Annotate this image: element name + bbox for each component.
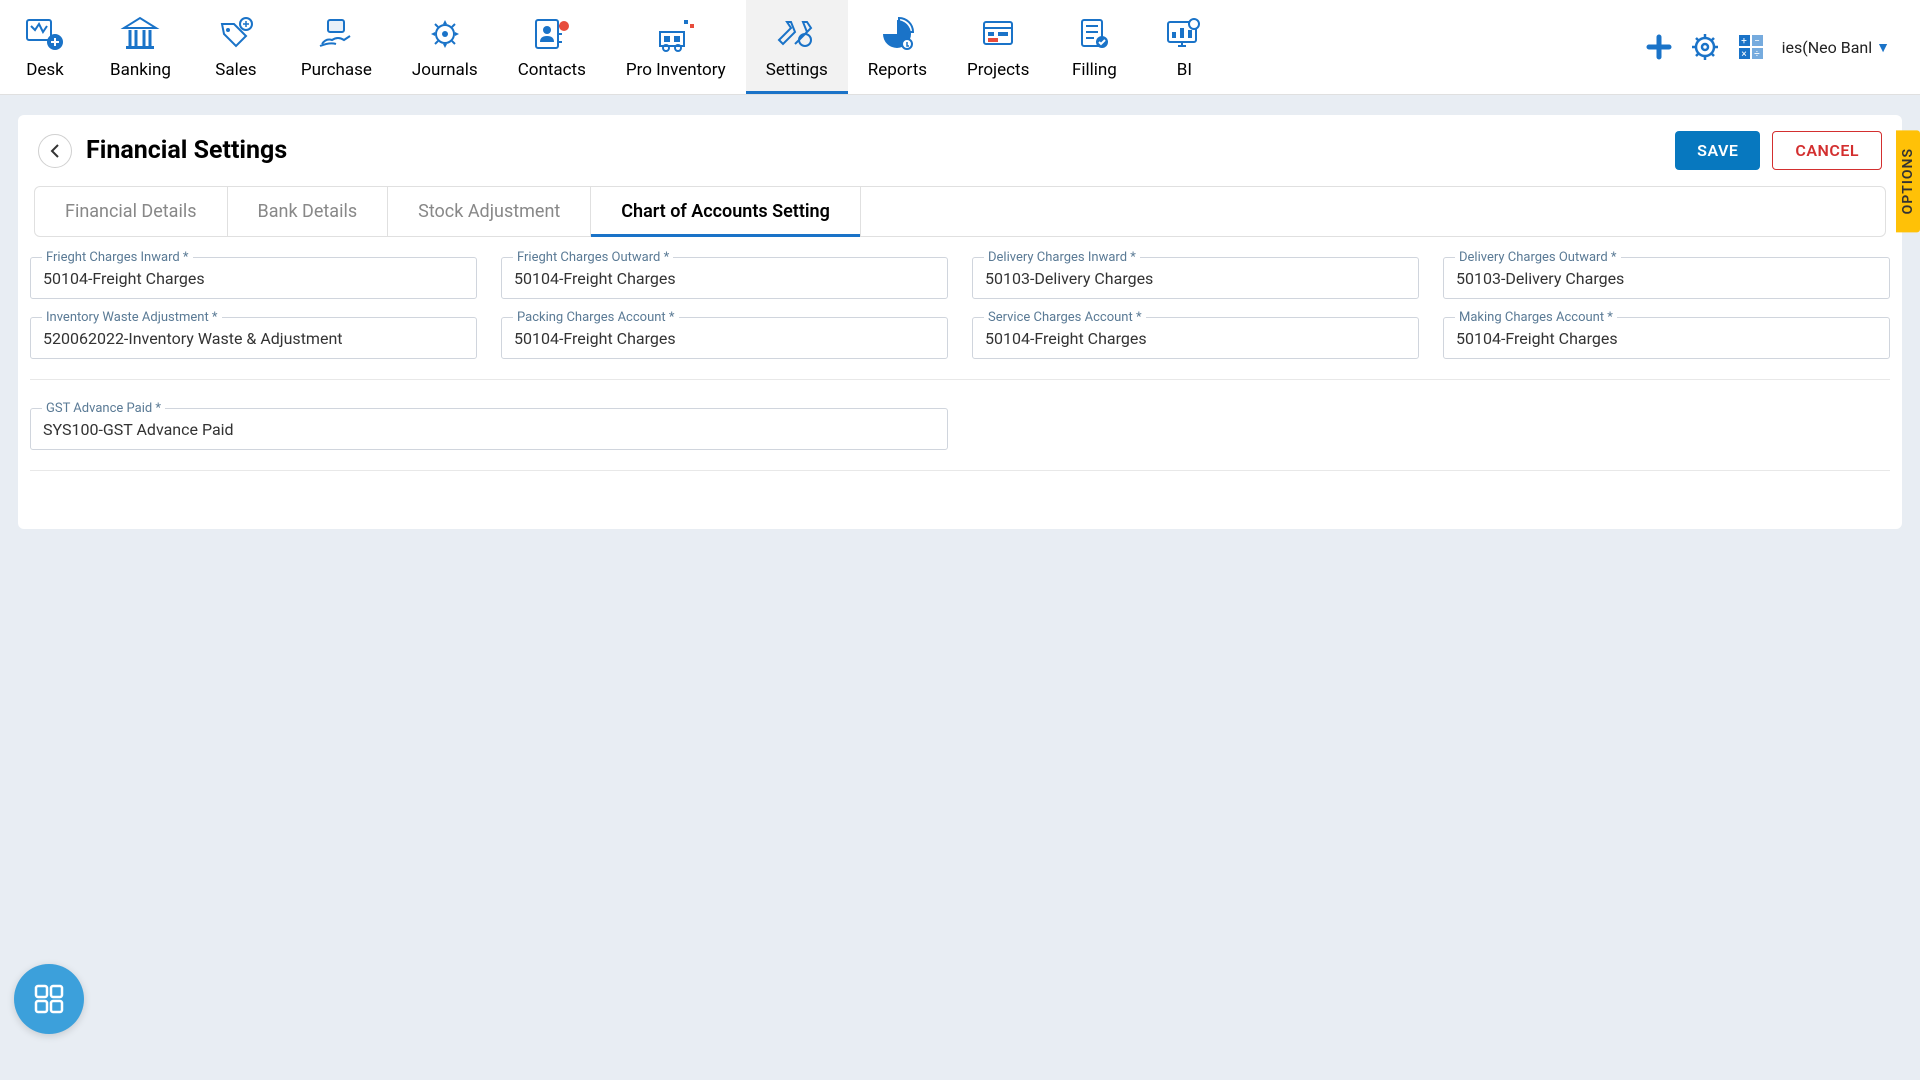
nav-bi[interactable]: BI bbox=[1139, 0, 1229, 94]
field-label: Delivery Charges Inward * bbox=[984, 250, 1140, 265]
field-label: Frieght Charges Inward * bbox=[42, 250, 193, 265]
nav-actions: + − × ÷ ies(Neo Banl ▼ bbox=[1644, 32, 1900, 62]
options-side-tab[interactable]: OPTIONS bbox=[1896, 130, 1920, 232]
tab-stock-adjustment[interactable]: Stock Adjustment bbox=[388, 187, 591, 236]
inventory-icon bbox=[656, 14, 696, 54]
field-packing: Packing Charges Account * bbox=[501, 317, 948, 359]
page-card: Financial Settings SAVE CANCEL Financial… bbox=[18, 115, 1902, 529]
field-inventory-waste: Inventory Waste Adjustment * bbox=[30, 317, 477, 359]
nav-label: Projects bbox=[967, 60, 1029, 80]
nav-label: Desk bbox=[26, 60, 64, 80]
field-delivery-inward: Delivery Charges Inward * bbox=[972, 257, 1419, 299]
nav-label: Filling bbox=[1072, 60, 1117, 80]
nav-items: Desk Banking bbox=[0, 0, 1229, 94]
bi-icon bbox=[1164, 14, 1204, 54]
divider bbox=[30, 470, 1890, 471]
tab-bank-details[interactable]: Bank Details bbox=[228, 187, 389, 236]
field-label: Service Charges Account * bbox=[984, 310, 1146, 325]
nav-journals[interactable]: Journals bbox=[392, 0, 498, 94]
banking-icon bbox=[120, 14, 160, 54]
page-header: Financial Settings SAVE CANCEL bbox=[18, 115, 1902, 186]
cancel-button[interactable]: CANCEL bbox=[1772, 131, 1882, 170]
gst-advance-input[interactable] bbox=[30, 408, 948, 450]
add-button[interactable] bbox=[1644, 32, 1674, 62]
nav-label: Sales bbox=[215, 60, 256, 80]
svg-text:+: + bbox=[1741, 36, 1747, 47]
field-label: Frieght Charges Outward * bbox=[513, 250, 673, 265]
nav-banking[interactable]: Banking bbox=[90, 0, 191, 94]
form-area: Frieght Charges Inward * Frieght Charges… bbox=[18, 237, 1902, 529]
back-button[interactable] bbox=[38, 134, 72, 168]
field-label: GST Advance Paid * bbox=[42, 401, 165, 416]
nav-reports[interactable]: Reports bbox=[848, 0, 947, 94]
calculator-button[interactable]: + − × ÷ bbox=[1736, 32, 1766, 62]
filling-icon bbox=[1074, 14, 1114, 54]
tab-financial-details[interactable]: Financial Details bbox=[35, 187, 228, 236]
purchase-icon bbox=[316, 14, 356, 54]
account-label: ies(Neo Banl bbox=[1782, 38, 1873, 57]
field-making: Making Charges Account * bbox=[1443, 317, 1890, 359]
top-navigation: Desk Banking bbox=[0, 0, 1920, 95]
page-wrapper: Financial Settings SAVE CANCEL Financial… bbox=[0, 95, 1920, 549]
nav-settings[interactable]: Settings bbox=[746, 0, 848, 94]
form-row: Frieght Charges Inward * Frieght Charges… bbox=[30, 257, 1890, 299]
nav-pro-inventory[interactable]: Pro Inventory bbox=[606, 0, 746, 94]
form-row: Inventory Waste Adjustment * Packing Cha… bbox=[30, 317, 1890, 359]
desk-icon bbox=[25, 14, 65, 54]
field-label: Packing Charges Account * bbox=[513, 310, 679, 325]
svg-text:−: − bbox=[1754, 36, 1760, 47]
sales-icon bbox=[216, 14, 256, 54]
nav-purchase[interactable]: Purchase bbox=[281, 0, 392, 94]
field-delivery-outward: Delivery Charges Outward * bbox=[1443, 257, 1890, 299]
field-freight-inward: Frieght Charges Inward * bbox=[30, 257, 477, 299]
tabs: Financial Details Bank Details Stock Adj… bbox=[34, 186, 1886, 237]
nav-label: Banking bbox=[110, 60, 171, 80]
settings-icon bbox=[777, 14, 817, 54]
nav-label: Settings bbox=[766, 60, 828, 80]
tab-chart-of-accounts[interactable]: Chart of Accounts Setting bbox=[591, 187, 861, 236]
nav-label: Contacts bbox=[518, 60, 586, 80]
field-gst-advance: GST Advance Paid * bbox=[30, 408, 948, 450]
projects-icon bbox=[978, 14, 1018, 54]
chevron-down-icon: ▼ bbox=[1876, 39, 1890, 56]
settings-gear-button[interactable] bbox=[1690, 32, 1720, 62]
divider bbox=[30, 379, 1890, 380]
apps-fab[interactable] bbox=[14, 964, 84, 1034]
svg-text:×: × bbox=[1741, 49, 1746, 60]
contacts-icon bbox=[532, 14, 572, 54]
reports-icon bbox=[877, 14, 917, 54]
field-label: Making Charges Account * bbox=[1455, 310, 1617, 325]
nav-label: Reports bbox=[868, 60, 927, 80]
nav-contacts[interactable]: Contacts bbox=[498, 0, 606, 94]
save-button[interactable]: SAVE bbox=[1675, 131, 1760, 170]
field-service: Service Charges Account * bbox=[972, 317, 1419, 359]
form-row: GST Advance Paid * bbox=[30, 408, 1890, 450]
nav-label: Journals bbox=[412, 60, 478, 80]
nav-sales[interactable]: Sales bbox=[191, 0, 281, 94]
journals-icon bbox=[425, 14, 465, 54]
account-dropdown[interactable]: ies(Neo Banl ▼ bbox=[1782, 38, 1890, 57]
nav-label: Pro Inventory bbox=[626, 60, 726, 80]
nav-desk[interactable]: Desk bbox=[0, 0, 90, 94]
field-label: Inventory Waste Adjustment * bbox=[42, 310, 222, 325]
nav-label: Purchase bbox=[301, 60, 372, 80]
nav-label: BI bbox=[1177, 60, 1192, 80]
nav-filling[interactable]: Filling bbox=[1049, 0, 1139, 94]
field-freight-outward: Frieght Charges Outward * bbox=[501, 257, 948, 299]
nav-projects[interactable]: Projects bbox=[947, 0, 1049, 94]
svg-text:÷: ÷ bbox=[1754, 49, 1760, 60]
page-title: Financial Settings bbox=[86, 136, 1675, 165]
field-label: Delivery Charges Outward * bbox=[1455, 250, 1621, 265]
